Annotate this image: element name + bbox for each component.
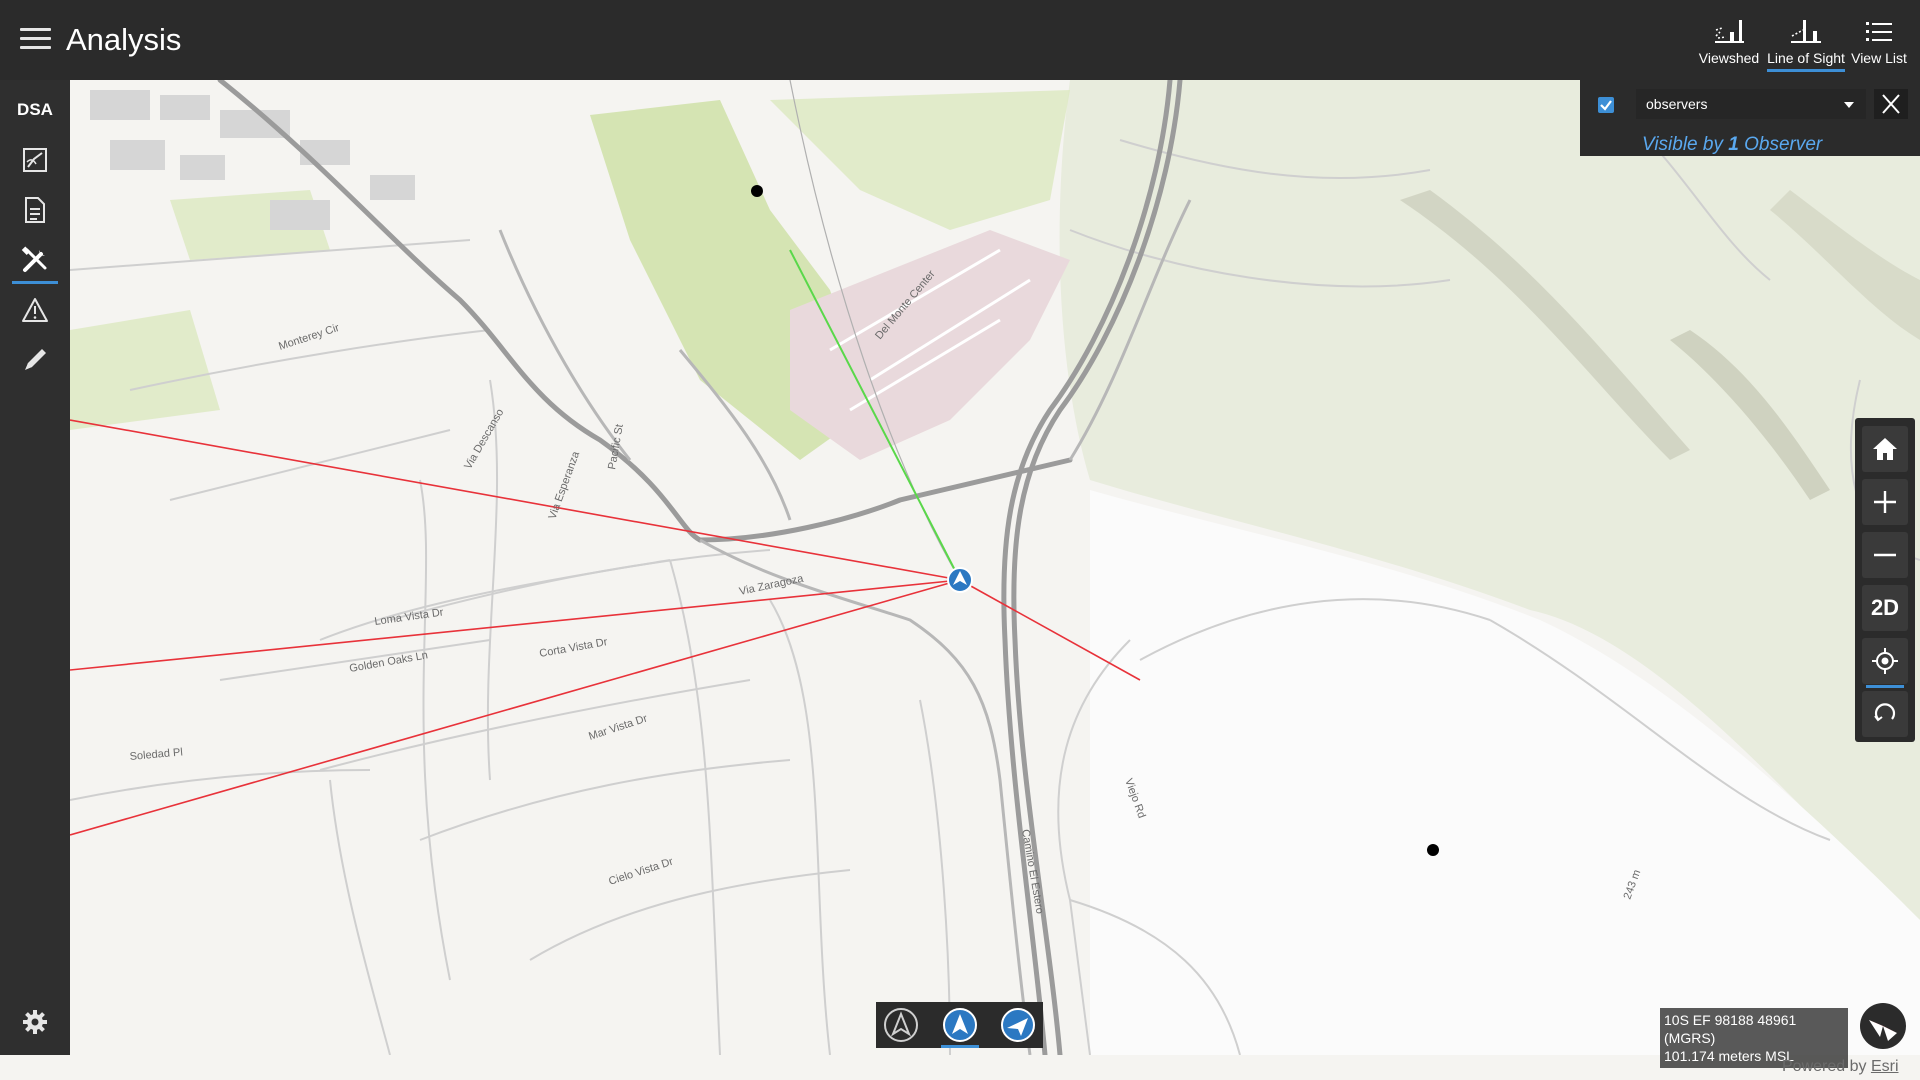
home-button[interactable] (1862, 426, 1908, 472)
sidebar: DSA (0, 80, 70, 1055)
close-button[interactable] (1874, 89, 1908, 119)
viewshed-button[interactable]: Viewshed (1688, 14, 1770, 74)
home-icon (1873, 438, 1897, 460)
attribution-prefix: Powered by (1782, 1058, 1871, 1075)
line-of-sight-button[interactable]: Line of Sight (1765, 14, 1847, 74)
app-title: Analysis (66, 22, 182, 57)
map-edit-icon (23, 148, 47, 172)
nav-mode-rotate[interactable] (941, 1006, 979, 1048)
label-via-zaragoza: Via Zaragoza (738, 572, 805, 597)
sidebar-item-warning[interactable] (10, 288, 60, 332)
label-cielo-vista-dr: Cielo Vista Dr (607, 856, 675, 888)
top-bar: Analysis Viewshed Line of Sight View Lis… (0, 0, 1920, 80)
minus-icon (1874, 553, 1896, 557)
esri-link[interactable]: Esri (1871, 1058, 1899, 1075)
label-corta-vista-dr: Corta Vista Dr (538, 636, 608, 660)
toggle-2d-button[interactable]: 2D (1862, 585, 1908, 631)
zoom-out-button[interactable] (1862, 532, 1908, 578)
viewshed-icon (1715, 20, 1744, 43)
label-via-esperanza: Via Esperanza (547, 449, 583, 521)
check-icon (1600, 100, 1612, 111)
bottom-strip (0, 1055, 1920, 1080)
compass-icon (1869, 1020, 1897, 1041)
label-mar-vista-dr: Mar Vista Dr (587, 713, 649, 743)
compass-button[interactable] (1860, 1003, 1906, 1049)
sidebar-item-pencil[interactable] (10, 338, 60, 382)
menu-icon[interactable] (20, 28, 51, 50)
map-canvas[interactable]: Del Monte Center Via Zaragoza Loma Vista… (70, 80, 1920, 1055)
nav-mode-north[interactable] (999, 1006, 1037, 1044)
visibility-suffix: Observer (1738, 134, 1823, 155)
document-icon (25, 197, 45, 223)
navigation-mode-bar (876, 1002, 1043, 1048)
line-of-sight-icon (1791, 20, 1821, 43)
navigation-icon (943, 1008, 977, 1042)
observer-layer-select[interactable]: observers (1636, 89, 1866, 119)
map-view[interactable]: Del Monte Center Via Zaragoza Loma Vista… (70, 80, 1920, 1055)
north-navigation-icon (1001, 1008, 1035, 1042)
chevron-down-icon (1844, 102, 1854, 108)
label-golden-oaks-ln: Golden Oaks Ln (348, 649, 428, 675)
observer-marker[interactable] (947, 567, 973, 593)
tools-icon (21, 246, 47, 272)
label-via-descanso: Via Descanso (462, 407, 506, 472)
label-monterey-cir: Monterey Cir (277, 322, 341, 353)
visibility-prefix: Visible by (1642, 134, 1729, 155)
warning-icon (22, 298, 48, 322)
rotate-icon (1874, 703, 1896, 722)
label-soledad-pl: Soledad Pl (129, 746, 183, 763)
sidebar-item-document[interactable] (10, 188, 60, 232)
line-of-sight-label: Line of Sight (1767, 50, 1845, 72)
view-list-button[interactable]: View List (1838, 14, 1920, 74)
settings-button[interactable] (10, 1000, 60, 1044)
list-icon (1866, 22, 1892, 41)
mgrs-coordinate: 10S EF 98188 48961 (MGRS) (1664, 1012, 1797, 1046)
observer-panel: observers Visible by 1 Observer (1580, 80, 1920, 156)
visibility-count: 1 (1728, 134, 1739, 155)
observers-checkbox[interactable] (1598, 97, 1614, 113)
viewshed-label: Viewshed (1698, 50, 1760, 66)
label-loma-vista-dr: Loma Vista Dr (374, 606, 445, 628)
nav-mode-pan[interactable] (882, 1006, 920, 1044)
sidebar-header[interactable]: DSA (0, 100, 70, 120)
gear-icon (23, 1010, 47, 1034)
rotate-button[interactable] (1862, 691, 1908, 737)
navigation-icon (884, 1008, 918, 1042)
close-icon (1882, 94, 1900, 114)
visibility-summary: Visible by 1 Observer (1642, 134, 1822, 156)
observer-layer-value: observers (1646, 96, 1708, 112)
sidebar-item-tools[interactable] (10, 238, 60, 284)
map-controls: 2D (1855, 418, 1915, 742)
locate-icon (1872, 648, 1898, 674)
plus-icon (1874, 491, 1896, 513)
sidebar-item-map-edit[interactable] (10, 138, 60, 182)
zoom-in-button[interactable] (1862, 479, 1908, 525)
pencil-icon (25, 349, 46, 370)
view-list-label: View List (1851, 50, 1907, 66)
locate-button[interactable] (1862, 638, 1908, 688)
attribution: Powered by Esri (1782, 1058, 1899, 1076)
